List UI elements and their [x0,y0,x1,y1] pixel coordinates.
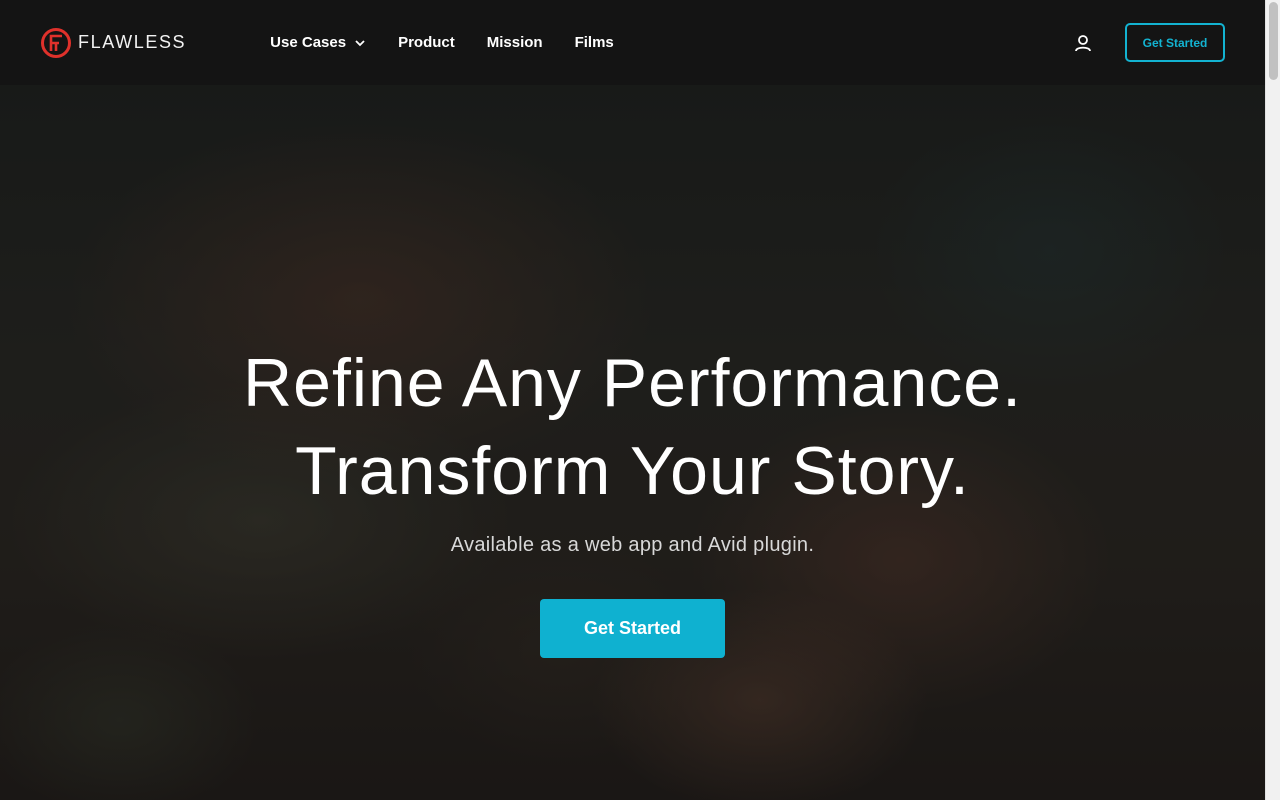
nav-item-label: Product [398,34,455,51]
site-header: FLAWLESS Use Cases Product Mission Films [0,0,1265,85]
hero-get-started-button[interactable]: Get Started [540,599,725,658]
hero-headline-line2: Transform Your Story. [295,433,970,509]
hero-headline: Refine Any Performance. Transform Your S… [243,339,1022,515]
header-get-started-button[interactable]: Get Started [1125,23,1225,62]
scrollbar-thumb[interactable] [1269,2,1278,80]
nav-item-mission[interactable]: Mission [487,34,543,51]
page-scrollbar[interactable] [1265,0,1280,800]
nav-item-label: Films [574,34,614,51]
nav-item-films[interactable]: Films [575,34,614,51]
hero-headline-line1: Refine Any Performance. [243,345,1022,421]
brand-logo-link[interactable]: FLAWLESS [40,27,186,59]
hero-subheadline: Available as a web app and Avid plugin. [450,534,815,556]
nav-item-use-cases[interactable]: Use Cases [270,34,366,51]
nav-item-label: Use Cases [270,34,347,51]
nav-item-label: Mission [486,34,543,51]
page: FLAWLESS Use Cases Product Mission Films [0,0,1265,800]
brand-name: FLAWLESS [78,32,187,52]
header-actions: Get Started [1073,23,1225,62]
hero-section: Refine Any Performance. Transform Your S… [0,85,1265,800]
flawless-logo-icon [41,27,71,58]
main-nav: Use Cases Product Mission Films [270,34,646,51]
chevron-down-icon [355,39,365,46]
user-icon[interactable] [1073,33,1093,53]
nav-item-product[interactable]: Product [398,34,455,51]
